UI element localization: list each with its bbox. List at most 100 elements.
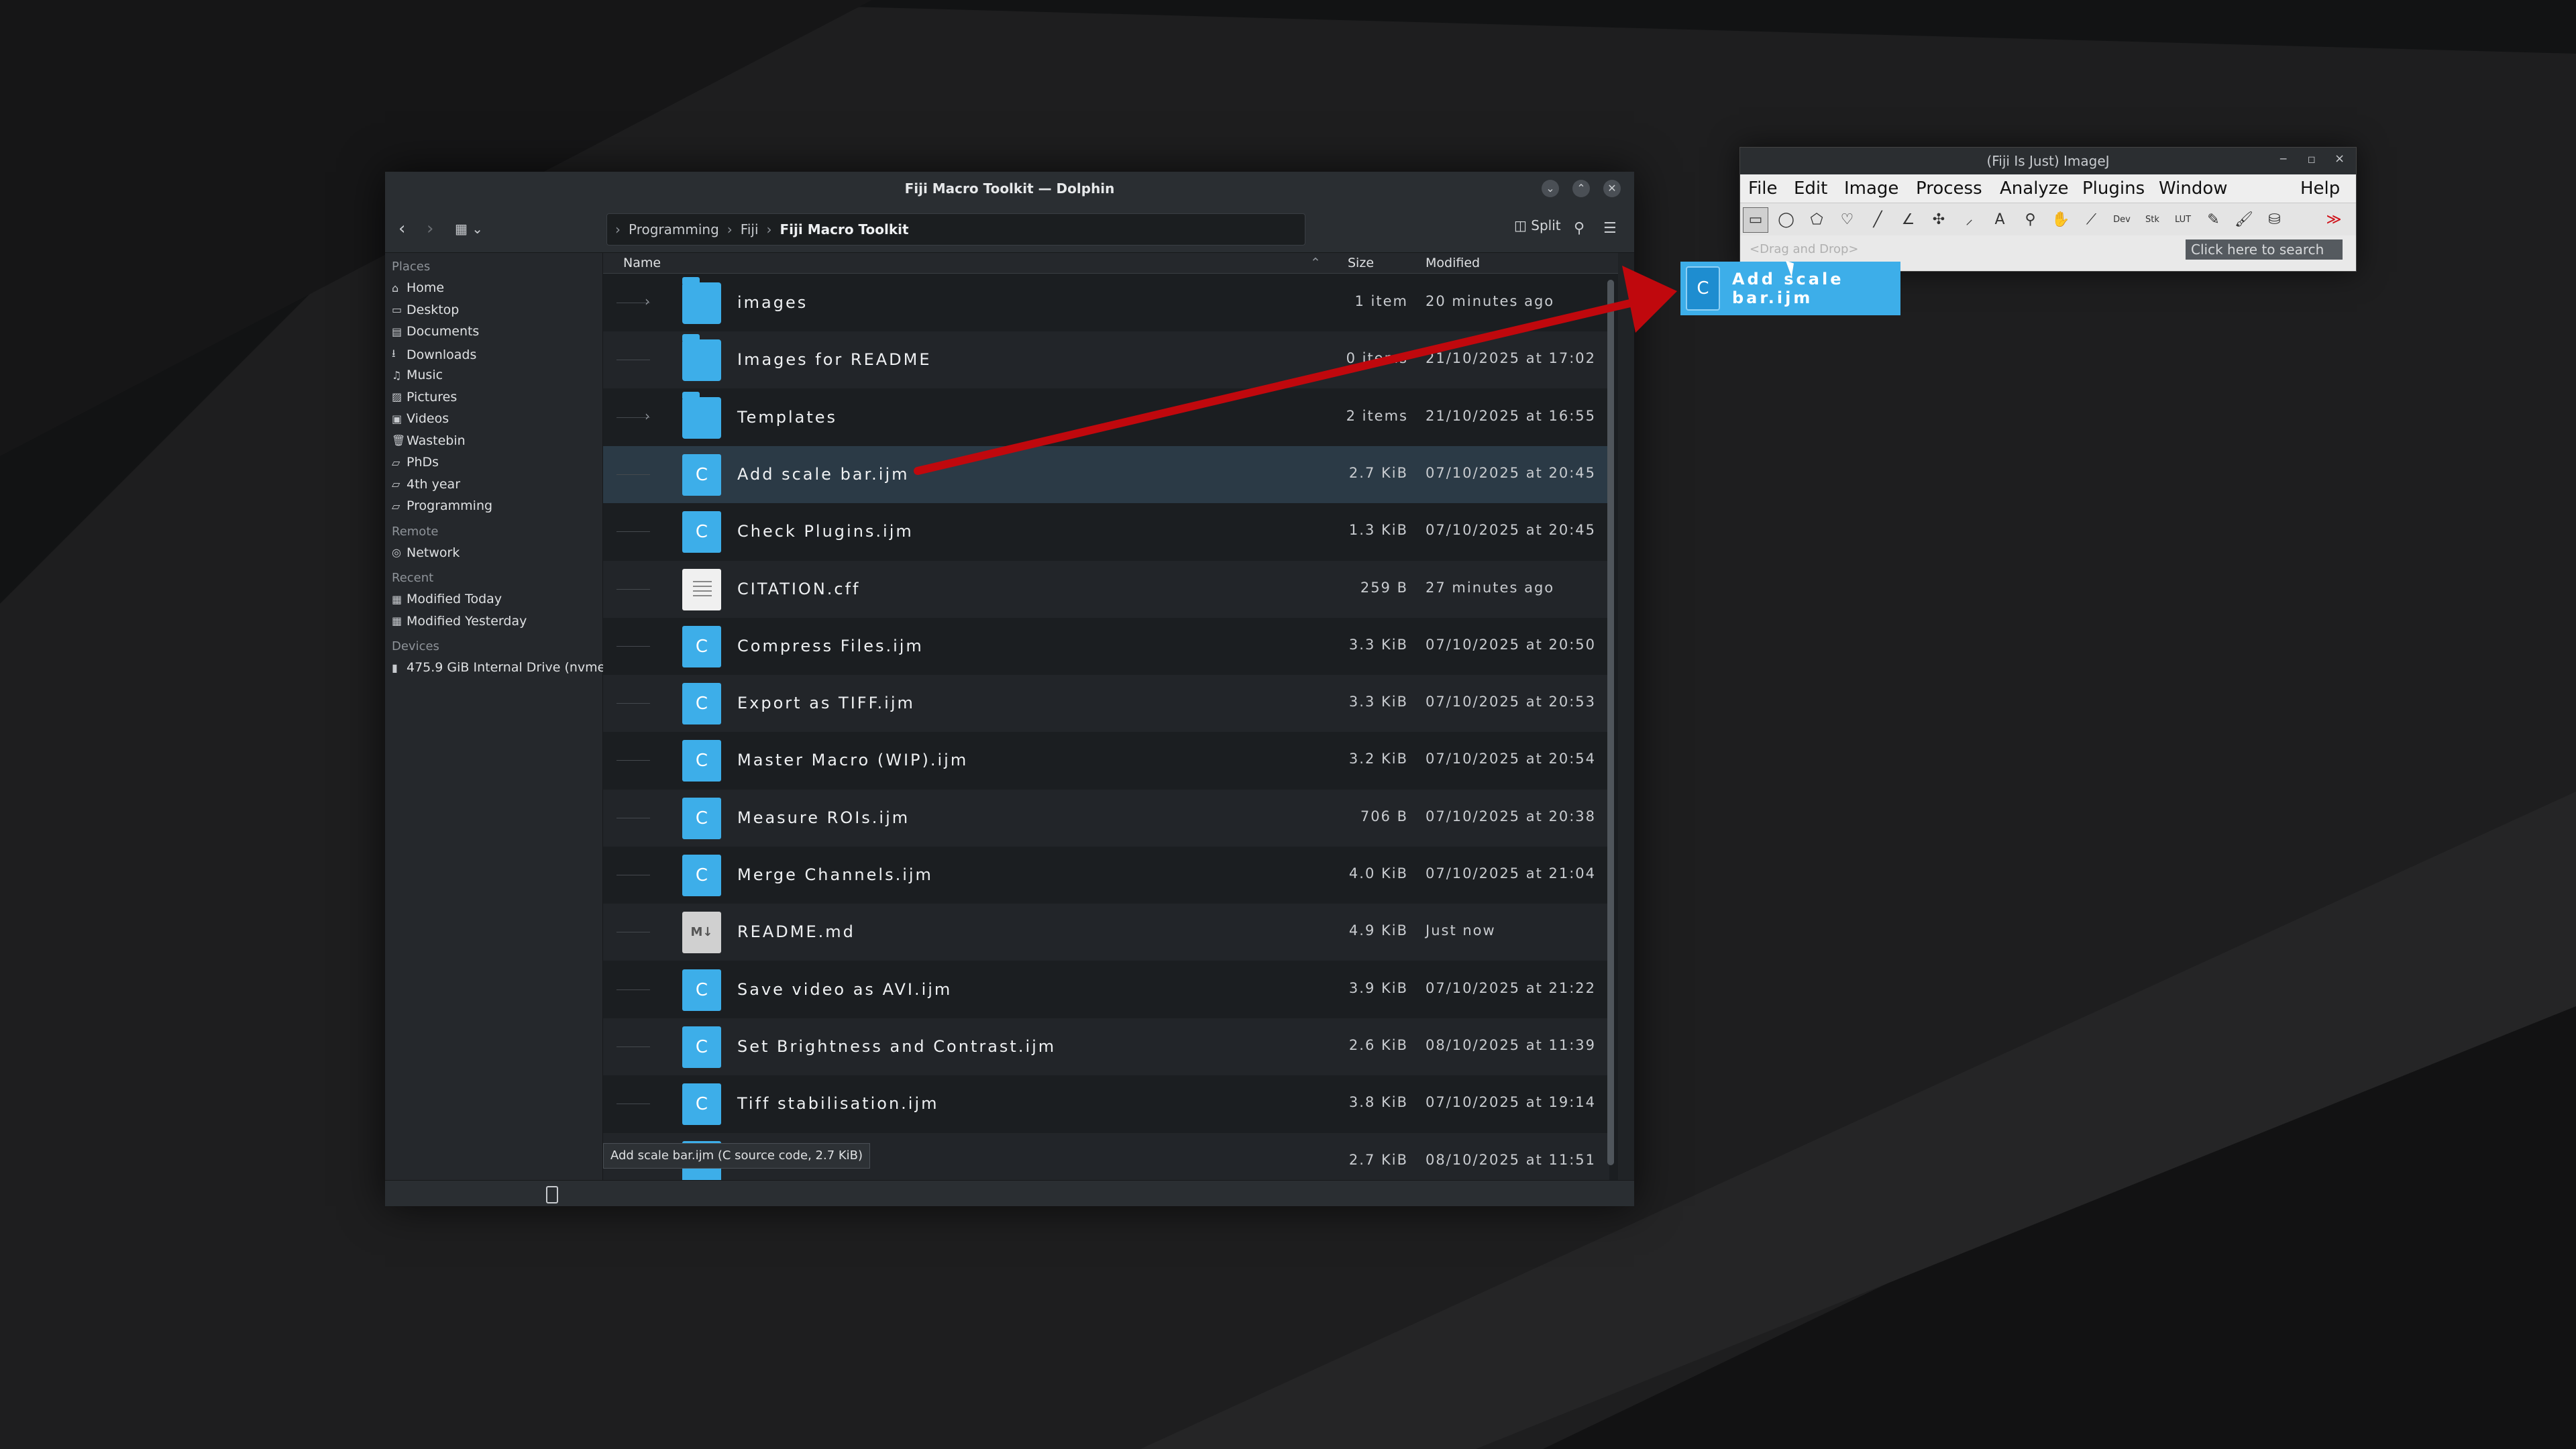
- file-size: 3.3 KiB: [1348, 636, 1408, 653]
- sidebar-item-places-3[interactable]: ⭳ Downloads: [392, 346, 476, 364]
- imagej-titlebar[interactable]: (Fiji Is Just) ImageJ ‒ ◻ ×: [1740, 148, 2356, 174]
- file-row[interactable]: › images 1 item 20 minutes ago: [603, 274, 1609, 331]
- text-tool-icon[interactable]: A: [1987, 207, 2012, 233]
- sidebar-item-label: Videos: [407, 411, 449, 426]
- oval-tool-icon[interactable]: ◯: [1774, 207, 1799, 233]
- breadcrumb-programming[interactable]: Programming: [629, 221, 719, 237]
- column-modified[interactable]: Modified: [1426, 256, 1480, 270]
- file-size: 0 items: [1346, 350, 1408, 367]
- file-row[interactable]: C Compress Files.ijm 3.3 KiB 07/10/2025 at …: [603, 618, 1609, 675]
- sidebar-item-places-6[interactable]: ▣ Videos: [392, 411, 449, 426]
- file-name: Add scale bar.ijm: [737, 464, 910, 484]
- flood-fill-tool-icon[interactable]: ⛁: [2262, 207, 2288, 233]
- stk-tool-icon[interactable]: Stk: [2140, 207, 2165, 233]
- sidebar-section-places: Places: [392, 260, 431, 274]
- zoom-slider-handle[interactable]: [546, 1186, 558, 1203]
- minimize-icon[interactable]: ⌄: [1542, 180, 1559, 197]
- calendar-icon: ▦: [392, 592, 402, 606]
- menu-plugins[interactable]: Plugins: [2082, 178, 2145, 199]
- sidebar-item-places-5[interactable]: ▨ Pictures: [392, 390, 457, 405]
- file-row[interactable]: C Add scale bar.ijm 2.7 KiB 07/10/2025 at 2…: [603, 445, 1609, 503]
- zoom-tool-icon[interactable]: ⚲: [2018, 207, 2043, 233]
- menu-analyze[interactable]: Analyze: [2000, 178, 2068, 199]
- brush-tool-icon[interactable]: 🖌: [2231, 207, 2257, 233]
- sidebar-item-places-0[interactable]: ⌂ Home: [392, 280, 444, 295]
- dropper-tool-icon[interactable]: ⟋: [2079, 207, 2104, 233]
- file-row[interactable]: C Tiff stabilisation.ijm 3.8 KiB 07/10/2025…: [603, 1075, 1609, 1132]
- wand-tool-icon[interactable]: ⸝: [1957, 207, 1982, 233]
- pencil-tool-icon[interactable]: ✎: [2201, 207, 2226, 233]
- tree-line: [616, 474, 650, 475]
- sidebar-item-places-9[interactable]: ▱ 4th year: [392, 477, 460, 492]
- polygon-tool-icon[interactable]: ⬠: [1804, 207, 1829, 233]
- breadcrumb-fiji[interactable]: Fiji: [741, 221, 759, 237]
- sidebar-item-recent-0[interactable]: ▦ Modified Today: [392, 592, 502, 606]
- hamburger-menu-icon[interactable]: ☰: [1603, 217, 1617, 240]
- menu-image[interactable]: Image: [1844, 178, 1898, 199]
- maximize-icon[interactable]: ⌃: [1572, 180, 1590, 197]
- file-row[interactable]: Images for README 0 items 21/10/2025 at 17…: [603, 331, 1609, 389]
- file-row[interactable]: C Save video as AVI.ijm 3.9 KiB 07/10/2025 …: [603, 961, 1609, 1018]
- column-name[interactable]: Name: [623, 256, 661, 270]
- scrollbar-thumb[interactable]: [1607, 280, 1614, 1165]
- sidebar-item-recent-1[interactable]: ▦ Modified Yesterday: [392, 614, 527, 629]
- search-field[interactable]: Click here to search: [2186, 239, 2343, 260]
- file-size: 259 B: [1360, 579, 1408, 596]
- sidebar-item-places-7[interactable]: 🗑 Wastebin: [392, 433, 466, 448]
- file-size: 2.7 KiB: [1348, 1151, 1408, 1168]
- point-tool-icon[interactable]: ✣: [1926, 207, 1951, 233]
- close-icon[interactable]: ✕: [1603, 180, 1621, 197]
- sidebar-item-label: Downloads: [407, 347, 477, 362]
- sidebar-item-places-10[interactable]: ▱ Programming: [392, 498, 492, 513]
- c-source-file-icon: C: [682, 740, 721, 782]
- file-row[interactable]: M↓ README.md 4.9 KiB Just now: [603, 904, 1609, 961]
- sidebar-item-places-1[interactable]: ▭ Desktop: [392, 303, 459, 317]
- breadcrumb-current[interactable]: Fiji Macro Toolkit: [780, 221, 909, 237]
- file-row[interactable]: C Set Brightness and Contrast.ijm 2.6 KiB 0…: [603, 1018, 1609, 1075]
- split-button[interactable]: ◫ Split: [1514, 217, 1561, 233]
- menu-edit[interactable]: Edit: [1794, 178, 1827, 199]
- rectangle-tool-icon[interactable]: ▭: [1743, 207, 1768, 233]
- sidebar-item-places-2[interactable]: ▤ Documents: [392, 324, 479, 339]
- hand-tool-icon[interactable]: ✋: [2048, 207, 2074, 233]
- file-row[interactable]: C Check Plugins.ijm 1.3 KiB 07/10/2025 at 2…: [603, 503, 1609, 560]
- more-tools-icon[interactable]: ≫: [2321, 207, 2347, 233]
- freehand-tool-icon[interactable]: ♡: [1835, 207, 1860, 233]
- breadcrumb[interactable]: › Programming › Fiji › Fiji Macro Toolki…: [606, 213, 1305, 246]
- sidebar-item-places-8[interactable]: ▱ PhDs: [392, 455, 439, 470]
- file-row[interactable]: C Merge Channels.ijm 4.0 KiB 07/10/2025 at …: [603, 847, 1609, 904]
- column-size[interactable]: Size: [1348, 256, 1374, 270]
- sidebar-item-remote-0[interactable]: ◎ Network: [392, 545, 460, 560]
- close-icon[interactable]: ×: [2334, 152, 2345, 166]
- line-tool-icon[interactable]: ╱: [1865, 207, 1890, 233]
- file-row[interactable]: C Export as TIFF.ijm 3.3 KiB 07/10/2025 at …: [603, 675, 1609, 733]
- view-mode-icon[interactable]: ▦ ⌄: [455, 217, 483, 240]
- menu-help[interactable]: Help: [2300, 178, 2340, 199]
- scrollbar[interactable]: [1607, 280, 1614, 1165]
- expand-chevron-icon[interactable]: ›: [645, 408, 650, 424]
- file-row[interactable]: C Measure ROIs.ijm 706 B 07/10/2025 at 20:3…: [603, 789, 1609, 847]
- angle-tool-icon[interactable]: ∠: [1896, 207, 1921, 233]
- menu-file[interactable]: File: [1748, 178, 1778, 199]
- calendar-icon: ▦: [392, 614, 402, 627]
- sidebar-item-devices-0[interactable]: ▮ 475.9 GiB Internal Drive (nvme...: [392, 660, 617, 675]
- forward-icon[interactable]: ›: [427, 217, 433, 240]
- file-row[interactable]: CITATION.cff 259 B 27 minutes ago: [603, 560, 1609, 618]
- menu-window[interactable]: Window: [2159, 178, 2228, 199]
- search-icon[interactable]: ⚲: [1574, 217, 1585, 240]
- file-view[interactable]: Name ⌃ Size Modified › images 1 item 20 min…: [603, 253, 1618, 1181]
- chevron-right-icon: ›: [727, 221, 733, 237]
- minimize-icon[interactable]: ‒: [2279, 152, 2287, 166]
- file-row[interactable]: C Master Macro (WIP).ijm 3.2 KiB 07/10/2025…: [603, 732, 1609, 789]
- sidebar-item-places-4[interactable]: ♫ Music: [392, 368, 443, 382]
- maximize-icon[interactable]: ◻: [2308, 154, 2316, 165]
- sidebar-item-label: Modified Yesterday: [407, 613, 527, 629]
- back-icon[interactable]: ‹: [398, 217, 405, 240]
- expand-chevron-icon[interactable]: ›: [645, 293, 650, 309]
- dev-tool-icon[interactable]: Dev: [2109, 207, 2135, 233]
- file-modified: 07/10/2025 at 21:04: [1426, 865, 1597, 881]
- lut-tool-icon[interactable]: LUT: [2170, 207, 2196, 233]
- menu-process[interactable]: Process: [1916, 178, 1982, 199]
- dolphin-titlebar[interactable]: Fiji Macro Toolkit — Dolphin ⌄ ⌃ ✕: [385, 172, 1634, 205]
- file-row[interactable]: › Templates 2 items 21/10/2025 at 16:55: [603, 389, 1609, 446]
